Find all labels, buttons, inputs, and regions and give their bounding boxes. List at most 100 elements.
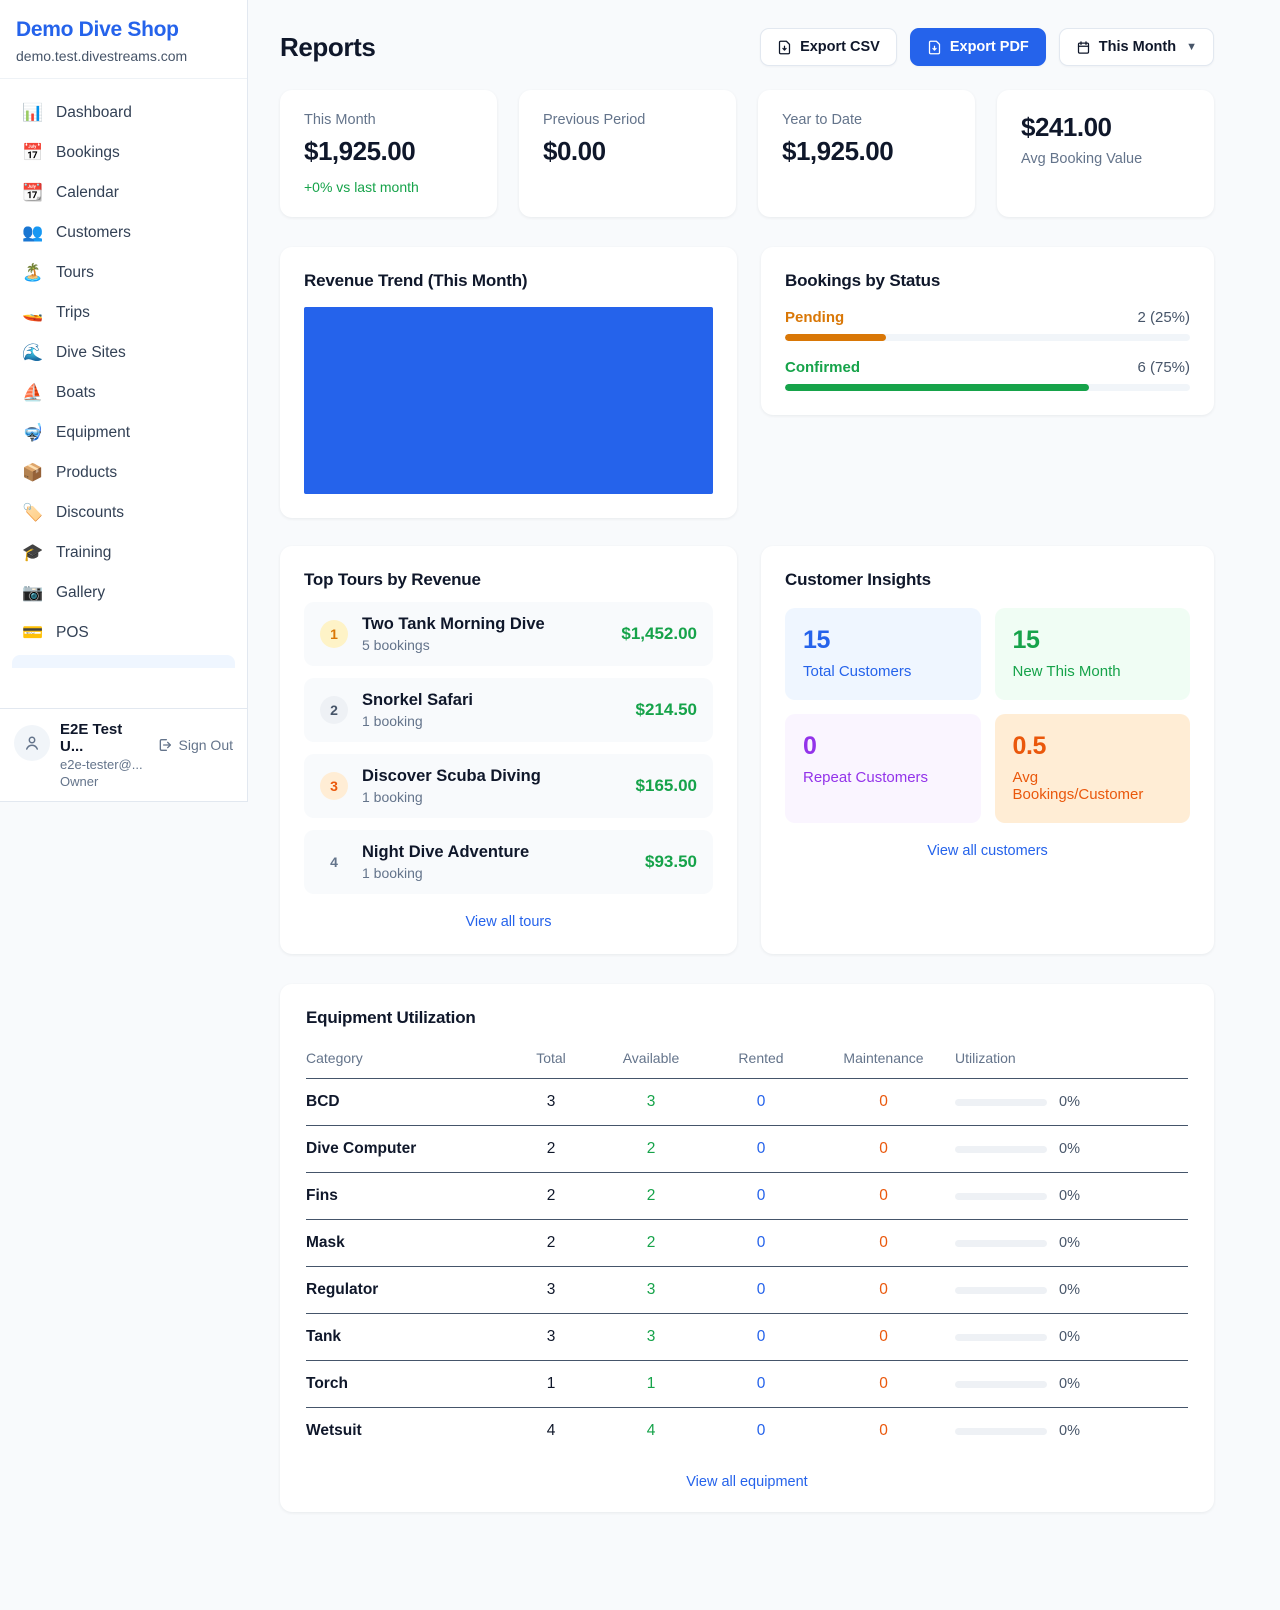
table-row: Torch 1 1 0 0 0% <box>306 1361 1188 1408</box>
camera-icon: 📷 <box>22 583 42 603</box>
export-csv-label: Export CSV <box>800 39 880 55</box>
insight-repeat-customers: 0 Repeat Customers <box>785 714 981 823</box>
top-tours-title: Top Tours by Revenue <box>304 570 713 590</box>
calendar-outline-icon <box>1076 40 1091 55</box>
sidebar-item-tours[interactable]: 🏝️ Tours <box>12 253 235 293</box>
sidebar-item-label: Discounts <box>56 504 124 522</box>
cell-available: 2 <box>596 1173 706 1220</box>
sidebar-item-label: Dive Sites <box>56 344 126 362</box>
sidebar-item-calendar[interactable]: 📆 Calendar <box>12 173 235 213</box>
status-bar-track <box>785 334 1190 341</box>
cell-total: 2 <box>506 1220 596 1267</box>
col-header-maintenance: Maintenance <box>816 1042 951 1079</box>
tour-info: Discover Scuba Diving 1 booking <box>362 767 622 805</box>
insight-value: 0 <box>803 732 963 761</box>
tour-row: 2 Snorkel Safari 1 booking $214.50 <box>304 678 713 742</box>
sidebar-item-label: Tours <box>56 264 94 282</box>
utilization-percent: 0% <box>1059 1423 1080 1439</box>
cell-maintenance: 0 <box>816 1173 951 1220</box>
sidebar-item-customers[interactable]: 👥 Customers <box>12 213 235 253</box>
sidebar-item-equipment[interactable]: 🤿 Equipment <box>12 413 235 453</box>
view-all-customers-link[interactable]: View all customers <box>785 843 1190 859</box>
insights-row: Top Tours by Revenue 1 Two Tank Morning … <box>280 546 1214 954</box>
user-name: E2E Test U... <box>60 721 147 755</box>
cell-category: Regulator <box>306 1267 506 1314</box>
top-tours-card: Top Tours by Revenue 1 Two Tank Morning … <box>280 546 737 954</box>
calendar-icon: 📅 <box>22 143 42 163</box>
cell-utilization: 0% <box>951 1408 1188 1455</box>
cell-rented: 0 <box>706 1173 816 1220</box>
cell-total: 3 <box>506 1079 596 1126</box>
cell-available: 3 <box>596 1267 706 1314</box>
cell-category: Dive Computer <box>306 1126 506 1173</box>
status-count: 6 (75%) <box>1137 359 1190 376</box>
tour-amount: $165.00 <box>636 776 697 796</box>
cell-utilization: 0% <box>951 1173 1188 1220</box>
people-icon: 👥 <box>22 223 42 243</box>
revenue-trend-chart <box>304 307 713 494</box>
sidebar-item-training[interactable]: 🎓 Training <box>12 533 235 573</box>
sidebar-item-products[interactable]: 📦 Products <box>12 453 235 493</box>
col-header-category: Category <box>306 1042 506 1079</box>
table-row: Mask 2 2 0 0 0% <box>306 1220 1188 1267</box>
equipment-table: Category Total Available Rented Maintena… <box>306 1042 1188 1454</box>
stat-delta: +0% vs last month <box>304 179 473 195</box>
sidebar-item-label: Trips <box>56 304 90 322</box>
utilization-bar-track <box>955 1240 1047 1247</box>
utilization-percent: 0% <box>1059 1188 1080 1204</box>
cell-available: 3 <box>596 1314 706 1361</box>
export-pdf-label: Export PDF <box>950 39 1029 55</box>
cell-utilization: 0% <box>951 1267 1188 1314</box>
revenue-trend-title: Revenue Trend (This Month) <box>304 271 713 291</box>
utilization-bar-track <box>955 1099 1047 1106</box>
sidebar: Demo Dive Shop demo.test.divestreams.com… <box>0 0 248 802</box>
tour-bookings: 1 booking <box>362 865 631 881</box>
shop-name: Demo Dive Shop <box>16 18 231 42</box>
cell-category: Wetsuit <box>306 1408 506 1455</box>
status-label: Confirmed <box>785 359 860 376</box>
utilization-bar-track <box>955 1287 1047 1294</box>
credit-card-icon: 💳 <box>22 623 42 643</box>
tour-name: Snorkel Safari <box>362 691 622 710</box>
sign-out-icon <box>157 737 173 753</box>
insight-label: Total Customers <box>803 663 963 680</box>
sidebar-item-dashboard[interactable]: 📊 Dashboard <box>12 93 235 133</box>
cell-rented: 0 <box>706 1361 816 1408</box>
utilization-percent: 0% <box>1059 1094 1080 1110</box>
file-download-icon <box>927 40 942 55</box>
tour-row: 4 Night Dive Adventure 1 booking $93.50 <box>304 830 713 894</box>
sidebar-item-bookings[interactable]: 📅 Bookings <box>12 133 235 173</box>
tour-name: Discover Scuba Diving <box>362 767 622 786</box>
sidebar-item-pos[interactable]: 💳 POS <box>12 613 235 653</box>
insight-value: 15 <box>1013 626 1173 655</box>
sidebar-item-boats[interactable]: ⛵ Boats <box>12 373 235 413</box>
tour-amount: $93.50 <box>645 852 697 872</box>
cell-available: 2 <box>596 1126 706 1173</box>
grad-cap-icon: 🎓 <box>22 543 42 563</box>
sidebar-item-trips[interactable]: 🚤 Trips <box>12 293 235 333</box>
export-pdf-button[interactable]: Export PDF <box>910 28 1046 66</box>
stat-card-year-to-date: Year to Date $1,925.00 <box>758 90 975 217</box>
insight-avg-bookings: 0.5 Avg Bookings/Customer <box>995 714 1191 823</box>
table-row: Dive Computer 2 2 0 0 0% <box>306 1126 1188 1173</box>
sidebar-item-gallery[interactable]: 📷 Gallery <box>12 573 235 613</box>
cell-total: 3 <box>506 1267 596 1314</box>
bookings-by-status-title: Bookings by Status <box>785 271 1190 291</box>
view-all-tours-link[interactable]: View all tours <box>304 914 713 930</box>
col-header-available: Available <box>596 1042 706 1079</box>
cell-total: 3 <box>506 1314 596 1361</box>
view-all-equipment-link[interactable]: View all equipment <box>306 1474 1188 1490</box>
period-dropdown[interactable]: This Month ▼ <box>1059 28 1214 66</box>
sign-out-button[interactable]: Sign Out <box>157 737 233 753</box>
sidebar-item-label: Gallery <box>56 584 105 602</box>
shop-domain: demo.test.divestreams.com <box>16 48 231 64</box>
tearoff-calendar-icon: 📆 <box>22 183 42 203</box>
sidebar-item-dive-sites[interactable]: 🌊 Dive Sites <box>12 333 235 373</box>
page-title: Reports <box>280 32 375 63</box>
insight-grid: 15 Total Customers 15 New This Month 0 R… <box>785 608 1190 823</box>
sidebar-item-reports-partial[interactable] <box>12 655 235 668</box>
cell-available: 4 <box>596 1408 706 1455</box>
table-row: BCD 3 3 0 0 0% <box>306 1079 1188 1126</box>
export-csv-button[interactable]: Export CSV <box>760 28 897 66</box>
sidebar-item-discounts[interactable]: 🏷️ Discounts <box>12 493 235 533</box>
